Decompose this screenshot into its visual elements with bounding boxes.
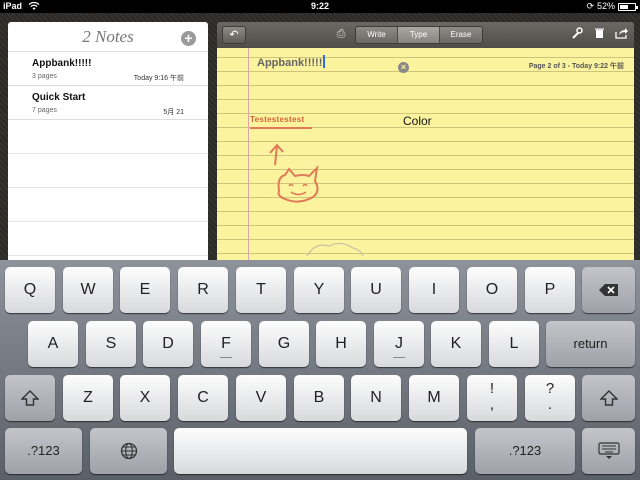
note-page-count: 3 pages: [32, 73, 57, 80]
note-date: Today 9:16 午前: [133, 75, 184, 82]
battery-percent: 52%: [596, 1, 615, 11]
key-d[interactable]: D: [143, 321, 193, 367]
status-bar: iPad 9:22 ⟳ 52%: [0, 0, 640, 13]
key-i[interactable]: I: [409, 267, 459, 313]
key-e[interactable]: E: [120, 267, 170, 313]
handwritten-text: Testestestest: [250, 115, 305, 124]
key-c[interactable]: C: [178, 375, 228, 421]
write-mode-button[interactable]: Write: [356, 27, 398, 43]
key-v[interactable]: V: [236, 375, 286, 421]
note-title: Appbank!!!!!: [32, 58, 92, 69]
page-info: Page 2 of 3 - Today 9:22 午前: [528, 63, 624, 70]
key-j-label: J: [395, 335, 403, 352]
key-l[interactable]: L: [489, 321, 539, 367]
clock: 9:22: [310, 1, 329, 11]
undo-icon: ↶: [229, 29, 239, 41]
faint-sketch-drawing: [306, 242, 364, 257]
note-title-field[interactable]: Appbank!!!!!: [257, 55, 326, 69]
shift-icon: [598, 390, 619, 406]
trash-icon[interactable]: [592, 27, 606, 42]
globe-key[interactable]: [90, 428, 167, 474]
space-bar[interactable]: [174, 428, 467, 474]
key-f[interactable]: F: [201, 321, 251, 367]
key-s[interactable]: S: [86, 321, 136, 367]
key-bottom-char: ,: [489, 396, 495, 413]
erase-mode-button[interactable]: Erase: [440, 27, 482, 43]
notes-list-header: 2 Notes +: [8, 22, 208, 52]
clipboard-icon[interactable]: ⎙: [334, 26, 348, 42]
key-j[interactable]: J: [374, 321, 424, 367]
notes-list-panel: 2 Notes + Appbank!!!!! 3 pages Today 9:1…: [8, 22, 208, 260]
key-r[interactable]: R: [178, 267, 228, 313]
key-n[interactable]: N: [351, 375, 401, 421]
key-x[interactable]: X: [120, 375, 170, 421]
editor-toolbar: ↶ ⎙ Write Type Erase: [217, 22, 634, 48]
on-screen-keyboard: Q W E R T Y U I O P A S D F G H J K L re…: [0, 260, 640, 480]
key-q[interactable]: Q: [5, 267, 55, 313]
key-b[interactable]: B: [294, 375, 344, 421]
shift-key-right[interactable]: [582, 375, 635, 421]
text-cursor: [323, 55, 326, 68]
mode-segmented-control: Write Type Erase: [355, 26, 483, 44]
toolbar-actions: [570, 27, 628, 42]
globe-icon: [120, 442, 137, 460]
key-p[interactable]: P: [525, 267, 575, 313]
note-list-item[interactable]: Quick Start 7 pages 5月 21: [8, 86, 208, 120]
key-h[interactable]: H: [316, 321, 366, 367]
key-bottom-char: .: [547, 396, 553, 413]
type-mode-button[interactable]: Type: [398, 27, 440, 43]
note-editor: ↶ ⎙ Write Type Erase Appbank!!!!! × Page…: [217, 22, 634, 260]
wrench-icon[interactable]: [570, 27, 584, 42]
home-key-marker: [220, 357, 232, 358]
note-paper[interactable]: Appbank!!!!! × Page 2 of 3 - Today 9:22 …: [217, 48, 634, 260]
note-date: 5月 21: [163, 109, 184, 116]
return-key[interactable]: return: [546, 321, 635, 367]
key-f-label: F: [221, 335, 231, 352]
key-top-char: !: [489, 380, 495, 397]
key-u[interactable]: U: [351, 267, 401, 313]
key-m[interactable]: M: [409, 375, 459, 421]
key-a[interactable]: A: [28, 321, 78, 367]
numbers-key-left[interactable]: .?123: [5, 428, 82, 474]
shift-icon: [20, 390, 40, 406]
notes-count-title: 2 Notes: [82, 27, 134, 46]
handwritten-underline: [250, 127, 312, 129]
key-g[interactable]: G: [259, 321, 309, 367]
home-key-marker: [393, 357, 405, 358]
rotation-lock-icon: ⟳: [586, 1, 594, 11]
key-o[interactable]: O: [467, 267, 517, 313]
key-question-period[interactable]: ? .: [525, 375, 575, 421]
empty-list-row: [8, 188, 208, 222]
key-w[interactable]: W: [63, 267, 113, 313]
share-icon[interactable]: [614, 27, 628, 42]
key-top-char: ?: [545, 380, 555, 397]
typed-text-color: Color: [403, 114, 432, 128]
note-title: Quick Start: [32, 92, 86, 103]
backspace-key[interactable]: [582, 267, 635, 313]
hide-keyboard-key[interactable]: [582, 428, 635, 474]
empty-list-row: [8, 154, 208, 188]
key-exclamation-comma[interactable]: ! ,: [467, 375, 517, 421]
empty-list-row: [8, 222, 208, 256]
note-title-text: Appbank!!!!!: [257, 57, 323, 69]
numbers-key-right[interactable]: .?123: [475, 428, 575, 474]
paper-margin-line: [248, 48, 249, 260]
cat-doodle-drawing: [269, 143, 319, 203]
note-list-item[interactable]: Appbank!!!!! 3 pages Today 9:16 午前: [8, 52, 208, 86]
key-z[interactable]: Z: [63, 375, 113, 421]
undo-button[interactable]: ↶: [222, 26, 246, 44]
key-k[interactable]: K: [431, 321, 481, 367]
key-t[interactable]: T: [236, 267, 286, 313]
hide-keyboard-icon: [597, 442, 620, 459]
key-y[interactable]: Y: [294, 267, 344, 313]
add-note-button[interactable]: +: [181, 31, 196, 46]
empty-list-row: [8, 120, 208, 154]
clear-title-button[interactable]: ×: [398, 62, 409, 73]
shift-key-left[interactable]: [5, 375, 55, 421]
note-page-count: 7 pages: [32, 107, 57, 114]
battery-icon: [618, 2, 638, 11]
backspace-icon: [598, 284, 618, 296]
